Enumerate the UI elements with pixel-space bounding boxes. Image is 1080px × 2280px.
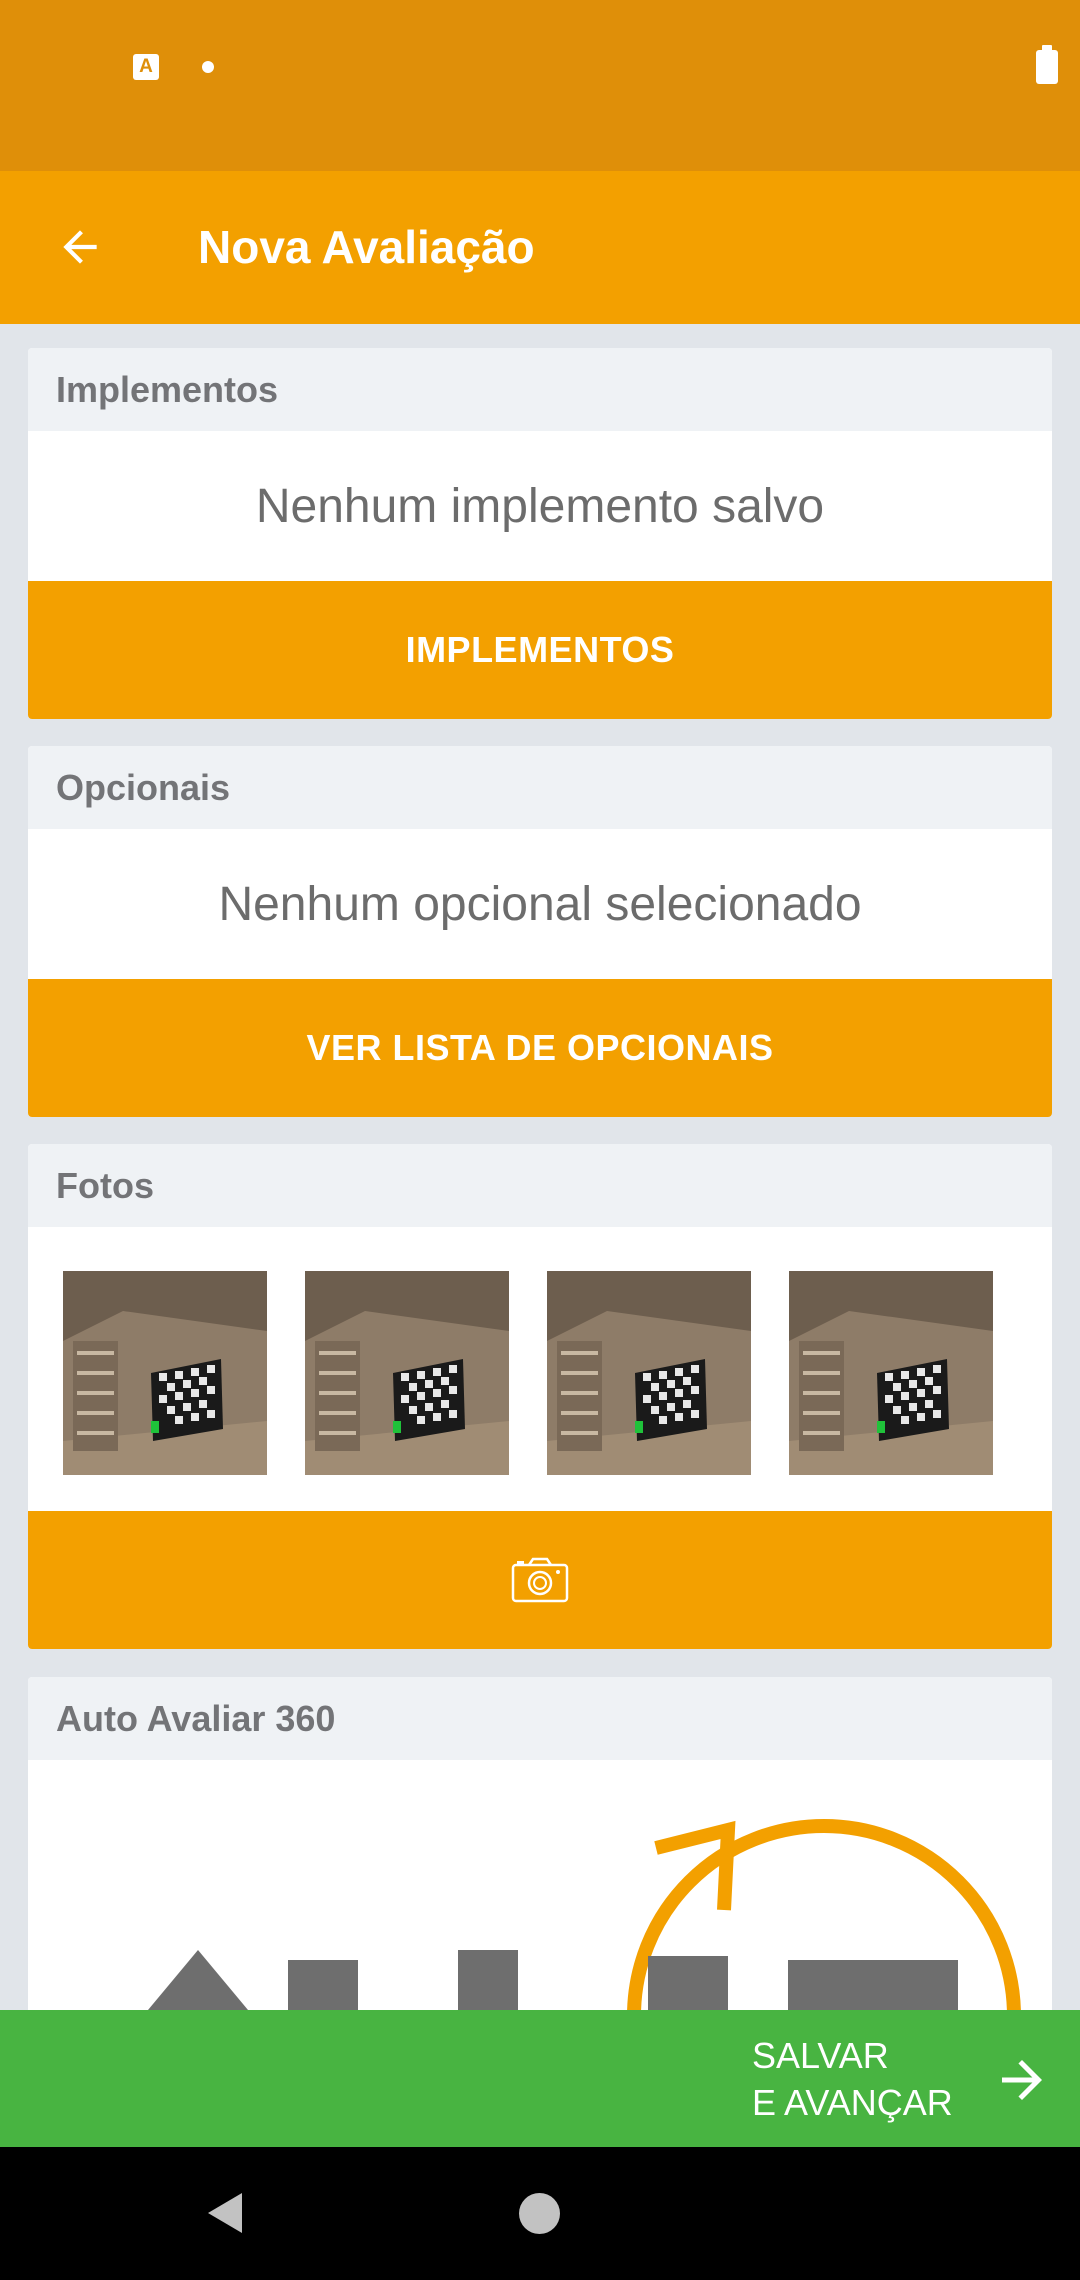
arrow-left-icon: [63, 230, 97, 264]
photo-thumbnail[interactable]: [789, 1271, 993, 1475]
save-and-advance-label: SALVAR E AVANÇAR: [752, 2035, 953, 2123]
auto-avaliar-logo-area: [28, 1760, 1052, 2010]
opcionais-card: Opcionais Nenhum opcional selecionado VE…: [28, 746, 1052, 1117]
arrow-right-icon: [990, 2048, 1054, 2112]
notification-dot-icon: [202, 61, 214, 73]
sim-card-icon: A: [133, 54, 159, 80]
nav-home-icon[interactable]: [519, 2193, 560, 2234]
save-and-advance-button[interactable]: SALVAR E AVANÇAR: [0, 2010, 1080, 2147]
system-nav-bar: [0, 2147, 1080, 2280]
photo-thumbnail[interactable]: [63, 1271, 267, 1475]
opcionais-header: Opcionais: [28, 746, 1052, 829]
photo-image: [63, 1271, 267, 1475]
fotos-header: Fotos: [28, 1144, 1052, 1227]
implementos-header: Implementos: [28, 348, 1052, 431]
photo-thumbnail[interactable]: [305, 1271, 509, 1475]
photos-grid: [28, 1227, 1052, 1511]
photo-thumbnail[interactable]: [547, 1271, 751, 1475]
camera-icon: [511, 1557, 569, 1603]
fotos-card: Fotos: [28, 1144, 1052, 1649]
take-photo-button[interactable]: [28, 1511, 1052, 1649]
ver-lista-opcionais-button[interactable]: VER LISTA DE OPCIONAIS: [28, 979, 1052, 1117]
nav-back-icon[interactable]: [204, 2191, 248, 2235]
opcionais-empty-text: Nenhum opcional selecionado: [28, 829, 1052, 979]
photo-image: [789, 1271, 993, 1475]
photo-image: [305, 1271, 509, 1475]
status-bar: A: [0, 0, 1080, 171]
auto-avaliar-360-logo: [148, 1819, 1021, 2010]
photo-image: [547, 1271, 751, 1475]
back-button[interactable]: [48, 215, 112, 279]
app-bar: Nova Avaliação: [0, 171, 1080, 324]
implementos-button[interactable]: IMPLEMENTOS: [28, 581, 1052, 719]
implementos-card: Implementos Nenhum implemento salvo IMPL…: [28, 348, 1052, 719]
auto-avaliar-card: Auto Avaliar 360: [28, 1677, 1052, 2010]
auto-avaliar-header: Auto Avaliar 360: [28, 1677, 1052, 1760]
page-title: Nova Avaliação: [198, 221, 535, 273]
implementos-empty-text: Nenhum implemento salvo: [28, 431, 1052, 581]
battery-icon: [1036, 45, 1058, 84]
